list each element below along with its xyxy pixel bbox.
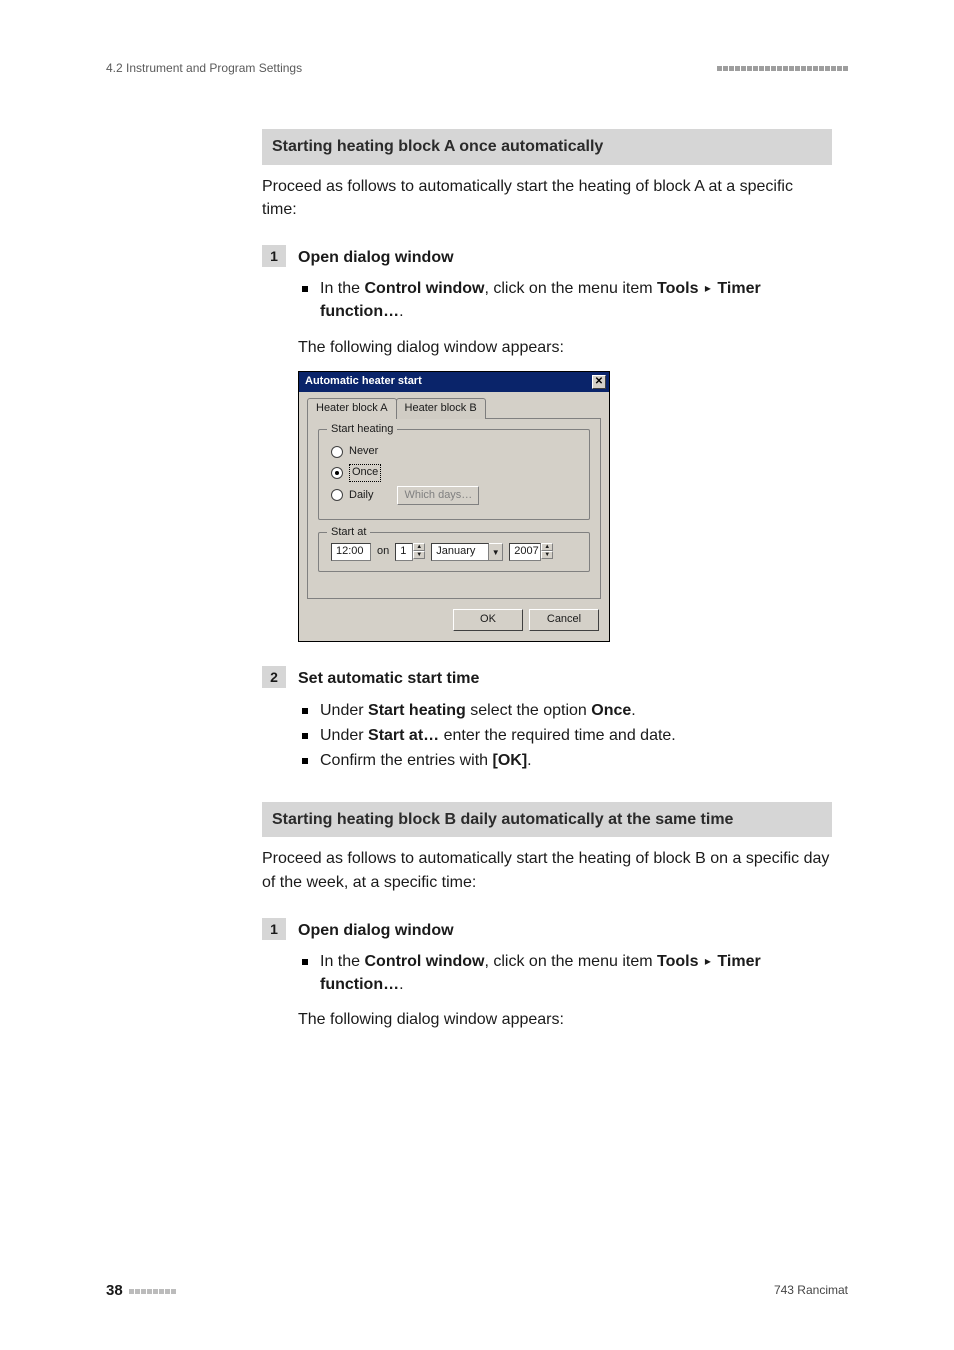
ok-button[interactable]: OK <box>453 609 523 631</box>
radio-once-row[interactable]: Once <box>331 464 579 482</box>
group-label: Start heating <box>327 422 397 438</box>
group-start-at: Start at 12:00 on 1 ▲▼ January <box>318 532 590 572</box>
time-input[interactable]: 12:00 <box>331 543 371 561</box>
group-start-heating: Start heating Never Once D <box>318 429 590 521</box>
step-number: 1 <box>262 245 286 267</box>
radio-icon[interactable] <box>331 467 343 479</box>
day-spinner[interactable]: 1 ▲▼ <box>395 543 425 561</box>
month-combo[interactable]: January ▼ <box>431 543 503 561</box>
radio-never-label: Never <box>349 444 378 460</box>
main-content: Starting heating block A once automatica… <box>262 129 832 1031</box>
radio-once-label: Once <box>349 464 381 482</box>
spinner-icon[interactable]: ▲▼ <box>413 543 425 561</box>
step-number: 1 <box>262 918 286 940</box>
step-1b-after: The following dialog window appears: <box>298 1008 832 1031</box>
step-title: Set automatic start time <box>298 666 479 690</box>
radio-daily-label: Daily <box>349 488 373 504</box>
cancel-button[interactable]: Cancel <box>529 609 599 631</box>
radio-daily-row[interactable]: Daily Which days… <box>331 486 579 506</box>
step-1b-bullets: In the Control window, click on the menu… <box>298 950 832 996</box>
step-1a-after: The following dialog window appears: <box>298 336 832 359</box>
step-2a-header: 2 Set automatic start time <box>262 666 832 690</box>
tab-heater-block-b[interactable]: Heater block B <box>396 398 486 419</box>
radio-never-row[interactable]: Never <box>331 444 579 460</box>
step-2a-body: Under Start heating select the option On… <box>298 699 832 773</box>
heading-block-a: Starting heating block A once automatica… <box>262 129 832 164</box>
start-at-fields: 12:00 on 1 ▲▼ January ▼ <box>331 543 579 561</box>
radio-icon[interactable] <box>331 489 343 501</box>
heading-block-b: Starting heating block B daily automatic… <box>262 802 832 837</box>
on-label: on <box>377 544 389 560</box>
step-1b-bullet: In the Control window, click on the menu… <box>298 950 832 996</box>
intro-block-a: Proceed as follows to automatically star… <box>262 175 832 221</box>
tab-panel: Start heating Never Once D <box>307 418 601 600</box>
step-number: 2 <box>262 666 286 688</box>
header-ornament <box>717 66 848 71</box>
page-header: 4.2 Instrument and Program Settings <box>106 60 848 77</box>
which-days-button[interactable]: Which days… <box>397 486 479 506</box>
year-spinner[interactable]: 2007 ▲▼ <box>509 543 553 561</box>
page-footer: 38 743 Rancimat <box>106 1280 848 1302</box>
close-icon[interactable]: ✕ <box>592 375 606 389</box>
step-2a-bullet-1: Under Start heating select the option On… <box>298 699 832 722</box>
step-1a-bullet: In the Control window, click on the menu… <box>298 277 832 323</box>
step-1a-body: In the Control window, click on the menu… <box>298 277 832 642</box>
group-label: Start at <box>327 525 370 541</box>
automatic-heater-start-dialog: Automatic heater start ✕ Heater block A … <box>298 371 610 643</box>
tab-strip: Heater block A Heater block B <box>307 398 601 419</box>
tab-heater-block-a[interactable]: Heater block A <box>307 398 397 419</box>
step-1a-header: 1 Open dialog window <box>262 245 832 269</box>
menu-separator-icon: ▸ <box>703 281 713 295</box>
spinner-icon[interactable]: ▲▼ <box>541 543 553 561</box>
dialog-body: Heater block A Heater block B Start heat… <box>299 392 609 642</box>
step-1a-bullets: In the Control window, click on the menu… <box>298 277 832 323</box>
document-name: 743 Rancimat <box>774 1282 848 1299</box>
step-title: Open dialog window <box>298 245 454 269</box>
intro-block-b: Proceed as follows to automatically star… <box>262 847 832 893</box>
step-2a-bullets: Under Start heating select the option On… <box>298 699 832 773</box>
step-1b-header: 1 Open dialog window <box>262 918 832 942</box>
dialog-button-row: OK Cancel <box>307 609 601 631</box>
section-label: 4.2 Instrument and Program Settings <box>106 60 302 77</box>
page-number: 38 <box>106 1280 176 1302</box>
footer-ornament <box>129 1289 176 1294</box>
dialog-screenshot: Automatic heater start ✕ Heater block A … <box>298 371 610 643</box>
step-title: Open dialog window <box>298 918 454 942</box>
day-input[interactable]: 1 <box>395 543 413 561</box>
radio-icon[interactable] <box>331 446 343 458</box>
step-2a-bullet-2: Under Start at… enter the required time … <box>298 724 832 747</box>
chevron-down-icon[interactable]: ▼ <box>489 543 503 561</box>
step-2a-bullet-3: Confirm the entries with [OK]. <box>298 749 832 772</box>
step-1b-body: In the Control window, click on the menu… <box>298 950 832 1032</box>
dialog-titlebar: Automatic heater start ✕ <box>299 372 609 392</box>
month-input[interactable]: January <box>431 543 489 561</box>
dialog-title-text: Automatic heater start <box>305 374 422 390</box>
year-input[interactable]: 2007 <box>509 543 541 561</box>
menu-separator-icon: ▸ <box>703 954 713 968</box>
